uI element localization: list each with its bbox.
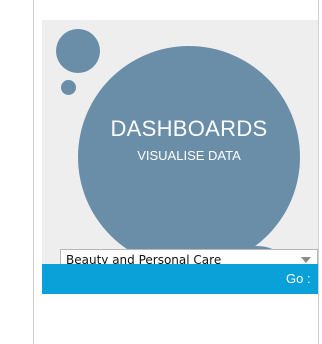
go-button-label: Go : — [286, 271, 311, 286]
decorative-bubble-tiny — [61, 80, 76, 95]
dashboards-title: DASHBOARDS — [110, 116, 268, 141]
decorative-bubble-small — [56, 29, 100, 73]
dashboards-widget: DASHBOARDS VISUALISE DATA Beauty and Per… — [42, 20, 318, 294]
dashboards-subtitle: VISUALISE DATA — [137, 148, 241, 163]
go-button[interactable]: Go : — [42, 264, 318, 294]
page-frame: DASHBOARDS VISUALISE DATA Beauty and Per… — [33, 0, 319, 344]
